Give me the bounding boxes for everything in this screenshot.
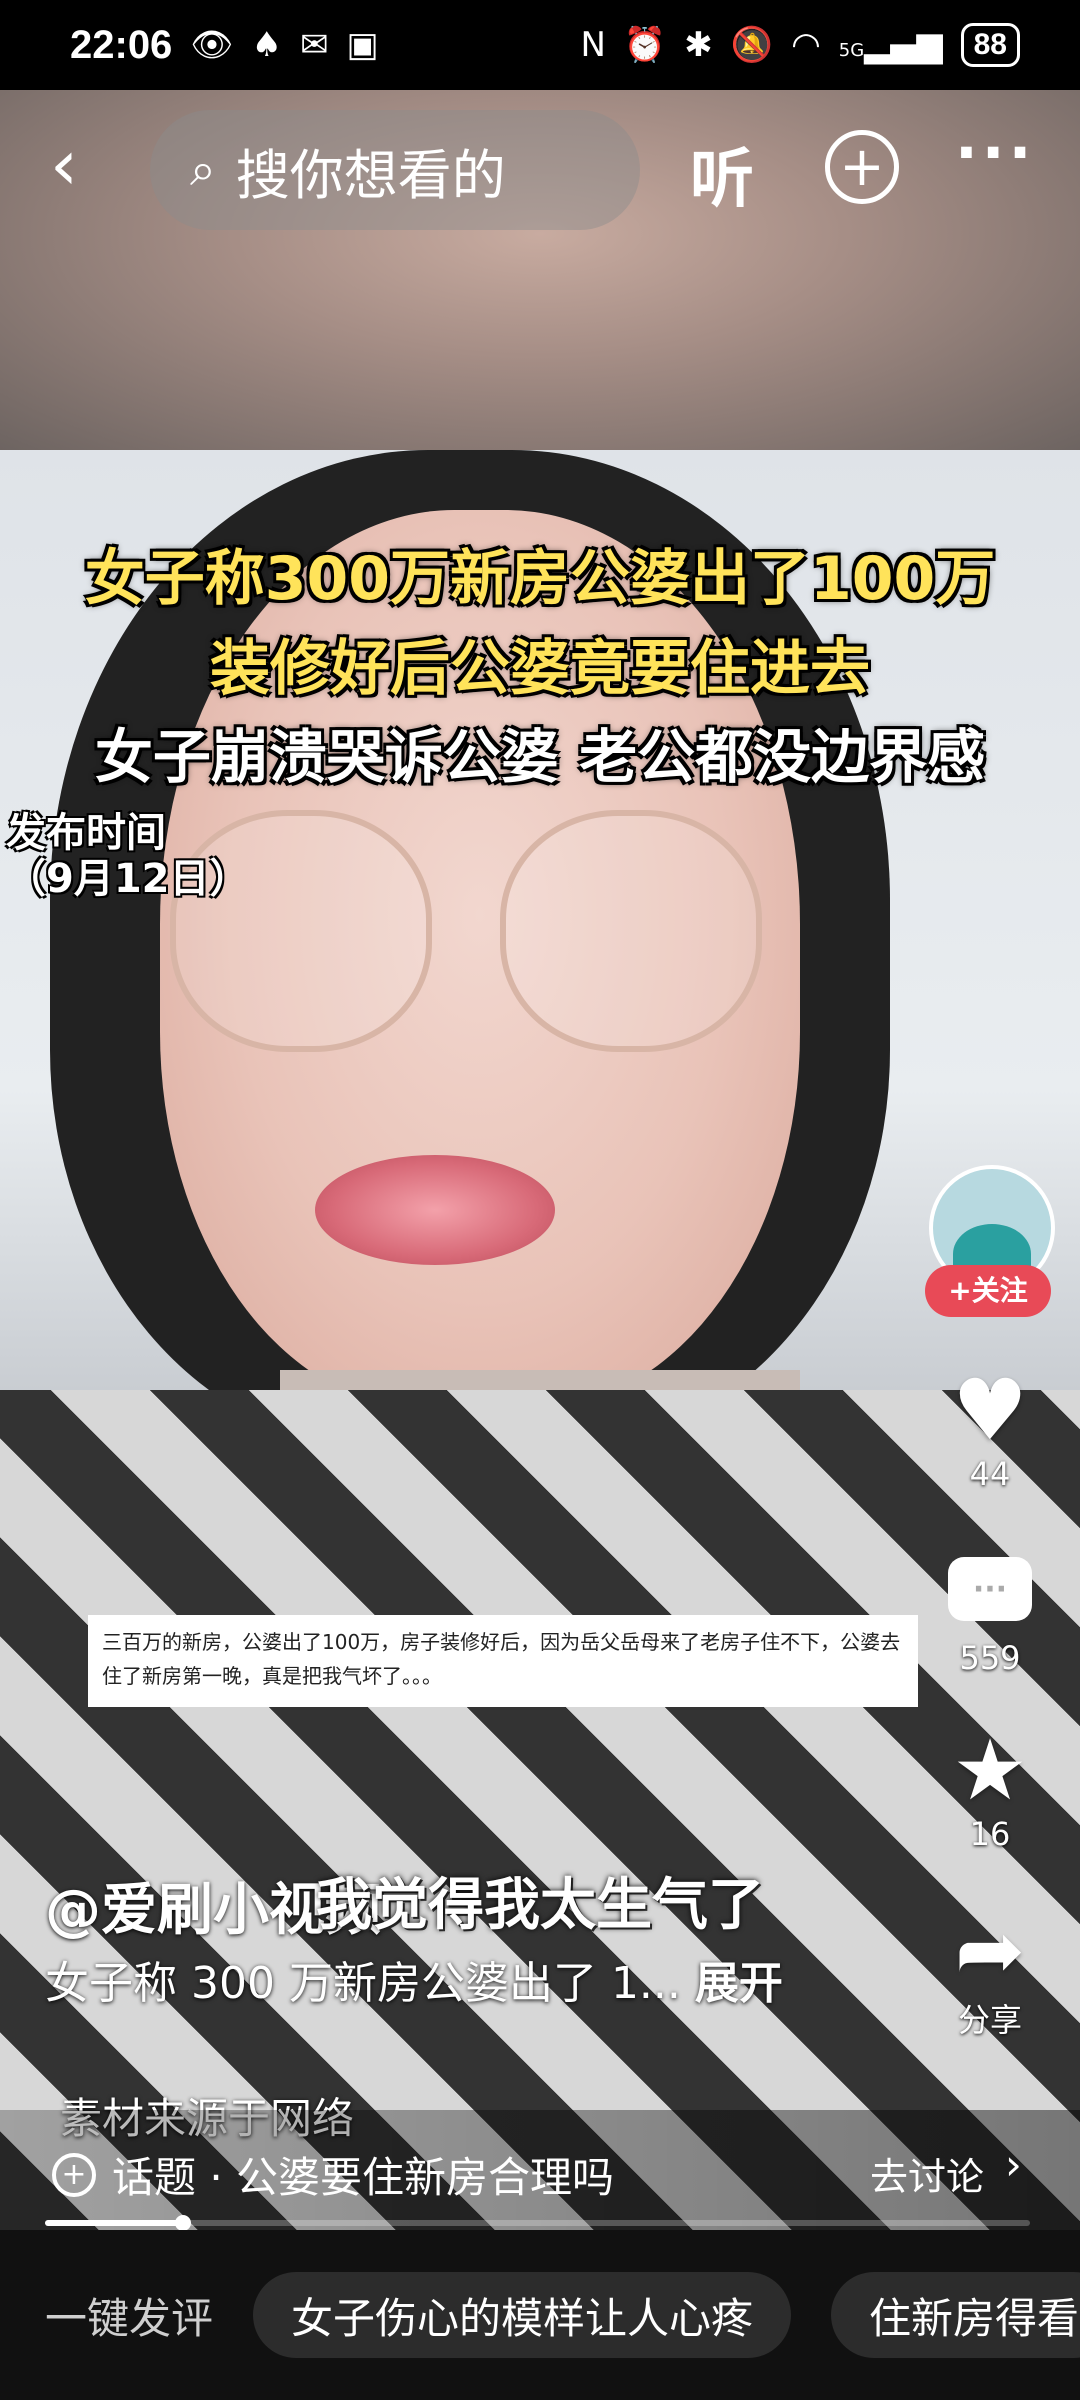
- search-placeholder: 搜你想看的: [235, 143, 506, 207]
- progress-fill: [45, 2220, 183, 2226]
- caption-box: 三百万的新房，公婆出了100万，房子装修好后，因为岳父岳母来了老房子住不下，公婆…: [88, 1615, 918, 1707]
- heart-icon: ♥: [952, 1361, 1028, 1459]
- suggestion-chip-1[interactable]: 女子伤心的模样让人心疼: [253, 2272, 792, 2358]
- video-glasses-right: [500, 810, 762, 1052]
- signal-label: 5G: [838, 40, 865, 61]
- search-icon: ⌕: [190, 142, 216, 196]
- expand-button[interactable]: 展开: [695, 1958, 783, 2009]
- video-mouth: [315, 1155, 555, 1265]
- topic-bar[interactable]: + 话题 · 公婆要住新房合理吗 去讨论 ›: [0, 2110, 1080, 2230]
- topic-plus-icon: +: [52, 2153, 96, 2197]
- like-button[interactable]: ♥ 44: [925, 1365, 1055, 1493]
- publish-date: （9月12日）: [6, 856, 250, 902]
- plus-circle-icon[interactable]: +: [825, 130, 899, 204]
- more-button[interactable]: ···: [955, 118, 1035, 188]
- post-description: 女子称 300 万新房公婆出了 1... 展开: [45, 1955, 805, 2013]
- quick-comment-button[interactable]: 一键发评: [45, 2285, 213, 2346]
- top-nav: ‹ ⌕ 搜你想看的 听 + ···: [0, 100, 1080, 230]
- status-time: 22:06: [70, 22, 173, 67]
- progress-handle[interactable]: [174, 2215, 191, 2231]
- mute-icon: 🔕: [730, 25, 774, 65]
- comment-count: 559: [959, 1639, 1021, 1677]
- back-button[interactable]: ‹: [50, 130, 110, 210]
- headline-line3: 女子崩溃哭诉公婆 老公都没边界感: [94, 723, 986, 791]
- comment-icon: ···: [948, 1557, 1032, 1621]
- discuss-button[interactable]: 去讨论: [870, 2146, 984, 2201]
- search-input[interactable]: ⌕ 搜你想看的: [150, 110, 640, 230]
- like-count: 44: [969, 1455, 1011, 1493]
- chevron-right-icon: ›: [1005, 2140, 1022, 2189]
- share-label: 分享: [957, 2001, 1022, 2039]
- listen-button[interactable]: 听: [690, 128, 754, 220]
- star-icon: ★: [952, 1721, 1028, 1819]
- favorite-count: 16: [969, 1815, 1011, 1853]
- eye-icon: 👁: [190, 25, 234, 65]
- headline-line2: 装修好后公婆竟要住进去: [210, 634, 870, 704]
- status-left: 22:06 👁 ♠ ✉ ▣: [70, 23, 379, 68]
- description-text: 女子称 300 万新房公婆出了 1...: [45, 1958, 681, 2009]
- status-right: N ⏰ ✱ 🔕 ◠ 5G▂▄▆ 88: [580, 23, 1020, 67]
- nfc-icon: N: [580, 25, 606, 65]
- status-bar: 22:06 👁 ♠ ✉ ▣ N ⏰ ✱ 🔕 ◠ 5G▂▄▆ 88: [0, 0, 1080, 90]
- signal-icon: 5G▂▄▆: [838, 25, 943, 65]
- battery-icon: 88: [960, 23, 1020, 67]
- topic-label: 话题 · 公婆要住新房合理吗: [112, 2153, 615, 2202]
- bottom-bar: 一键发评 女子伤心的模样让人心疼 住新房得看: [0, 2230, 1080, 2400]
- app-icon: ▣: [346, 25, 379, 65]
- publish-label: 发布时间: [6, 810, 166, 856]
- favorite-button[interactable]: ★ 16: [925, 1725, 1055, 1853]
- suggestion-chip-2[interactable]: 住新房得看: [831, 2272, 1080, 2358]
- follow-button[interactable]: +关注: [925, 1265, 1051, 1317]
- video-subtitle: 我觉得我太生气了: [316, 1873, 764, 1938]
- progress-bar[interactable]: [45, 2215, 1030, 2231]
- headline-line1: 女子称300万新房公婆出了100万: [84, 544, 996, 614]
- wechat-icon: ✉: [299, 25, 329, 65]
- bluetooth-icon: ✱: [684, 25, 713, 65]
- wifi-icon: ◠: [791, 25, 821, 65]
- qq-icon: ♠: [251, 25, 282, 65]
- publish-date-overlay: 发布时间 （9月12日）: [6, 810, 250, 902]
- comment-button[interactable]: ··· 559: [925, 1545, 1055, 1677]
- alarm-icon: ⏰: [623, 25, 667, 65]
